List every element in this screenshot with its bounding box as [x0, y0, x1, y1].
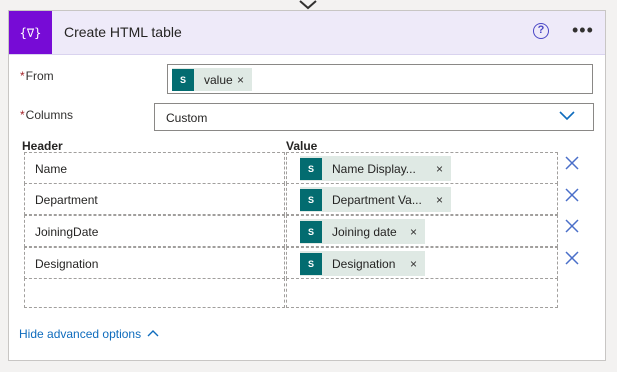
header-cell-input[interactable]: Name [24, 152, 285, 184]
remove-token-icon[interactable]: × [410, 225, 417, 239]
columns-label: *Columns [20, 108, 74, 122]
sharepoint-icon: S [300, 188, 322, 211]
dynamic-content-token[interactable]: S Joining date × [300, 219, 425, 244]
delete-row-icon[interactable] [565, 219, 579, 233]
data-operation-icon: {∇} [9, 11, 52, 54]
columns-dropdown[interactable]: Custom [154, 103, 594, 131]
delete-row-icon[interactable] [565, 188, 579, 202]
token-label: Department Va... [332, 192, 422, 207]
header-cell-text: Designation [35, 257, 99, 271]
sharepoint-icon: S [300, 157, 322, 180]
sharepoint-icon: S [300, 220, 322, 243]
sharepoint-icon: S [172, 68, 194, 91]
flow-connector-arrow-icon [299, 0, 317, 10]
new-value-cell-input[interactable] [286, 278, 558, 308]
dynamic-content-token[interactable]: S Name Display... × [300, 156, 451, 181]
chevron-up-icon[interactable] [147, 329, 159, 337]
dynamic-content-token[interactable]: S Designation × [300, 251, 425, 276]
value-cell-input[interactable]: S Joining date × [286, 215, 558, 247]
sharepoint-icon: S [300, 252, 322, 275]
dynamic-content-token[interactable]: S value × [172, 68, 252, 91]
header-cell-text: JoiningDate [35, 225, 99, 239]
remove-token-icon[interactable]: × [436, 162, 443, 176]
chevron-down-icon [559, 111, 575, 121]
remove-token-icon[interactable]: × [436, 193, 443, 207]
columns-selected-value: Custom [166, 111, 208, 125]
header-column-label: Header [22, 139, 63, 153]
header-cell-text: Department [35, 193, 98, 207]
from-input[interactable]: S value × [167, 64, 593, 94]
header-cell-input[interactable]: Department [24, 183, 285, 215]
hide-advanced-options-link[interactable]: Hide advanced options [19, 327, 141, 341]
create-html-table-card: {∇} Create HTML table ? ••• *From S valu… [8, 10, 606, 361]
token-label: Joining date [332, 224, 397, 239]
required-marker: * [20, 69, 25, 83]
value-cell-input[interactable]: S Name Display... × [286, 152, 558, 184]
value-cell-input[interactable]: S Designation × [286, 247, 558, 279]
delete-row-icon[interactable] [565, 251, 579, 265]
card-title[interactable]: Create HTML table [64, 24, 182, 40]
token-label: Designation [332, 256, 396, 271]
more-options-icon[interactable]: ••• [572, 20, 594, 41]
value-column-label: Value [286, 139, 318, 153]
required-marker: * [20, 108, 25, 122]
remove-token-icon[interactable]: × [410, 257, 417, 271]
header-cell-input[interactable]: JoiningDate [24, 215, 285, 247]
token-label: Name Display... [332, 161, 416, 176]
header-cell-text: Name [35, 162, 68, 176]
dynamic-content-token[interactable]: S Department Va... × [300, 187, 451, 212]
header-cell-input[interactable]: Designation [24, 247, 285, 279]
remove-token-icon[interactable]: × [237, 73, 244, 87]
new-header-cell-input[interactable] [24, 278, 285, 308]
help-icon[interactable]: ? [533, 23, 549, 39]
value-cell-input[interactable]: S Department Va... × [286, 183, 558, 215]
delete-row-icon[interactable] [565, 156, 579, 170]
from-label: *From [20, 69, 54, 83]
card-header[interactable]: {∇} Create HTML table ? ••• [9, 11, 605, 55]
token-label: value [204, 72, 233, 87]
